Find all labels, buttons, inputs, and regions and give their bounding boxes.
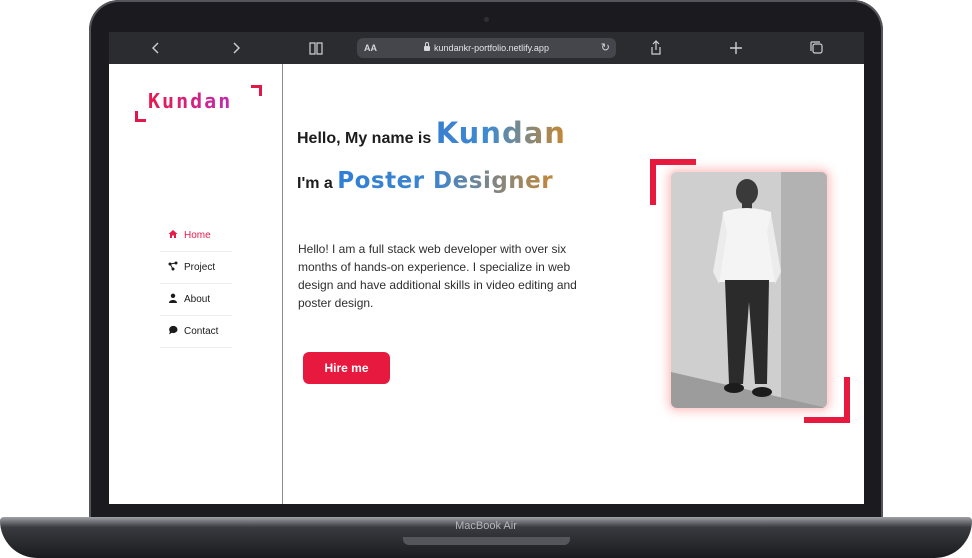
intro-paragraph: Hello! I am a full stack web developer w…	[298, 242, 577, 310]
role-text: Poster Designer	[337, 168, 554, 194]
device-model-label: MacBook Air	[455, 520, 517, 532]
sidebar-item-label: Project	[184, 262, 216, 273]
laptop-screen: AA kundankr-portfolio.netlify.app ↻ Kund…	[109, 32, 864, 504]
chevron-left-icon[interactable]	[149, 38, 163, 58]
laptop-notch	[403, 537, 570, 545]
chat-icon	[169, 325, 178, 335]
profile-photo	[671, 172, 827, 408]
hero-name: Kundan	[435, 116, 566, 150]
person-icon	[169, 293, 177, 303]
logo-bracket-bottom-left	[135, 111, 146, 122]
share-icon[interactable]	[649, 38, 663, 58]
logo[interactable]: Kundan	[135, 85, 262, 125]
camera-icon	[484, 17, 489, 22]
sidebar-item-label: About	[184, 294, 211, 305]
browser-toolbar: AA kundankr-portfolio.netlify.app ↻	[109, 32, 864, 64]
sidebar-item-home[interactable]: Home	[160, 220, 232, 252]
logo-text: Kundan	[148, 89, 233, 113]
greeting-heading: Hello, My name is Kundan	[297, 116, 566, 150]
address-bar[interactable]: AA kundankr-portfolio.netlify.app ↻	[357, 38, 616, 58]
project-icon	[168, 261, 178, 271]
url-text: kundankr-portfolio.netlify.app	[434, 43, 549, 53]
reload-icon[interactable]: ↻	[601, 38, 610, 58]
sidebar-item-label: Contact	[184, 326, 219, 337]
tabs-icon[interactable]	[809, 38, 825, 58]
book-icon[interactable]	[307, 38, 325, 58]
plus-icon[interactable]	[729, 38, 743, 58]
sidebar-item-about[interactable]: About	[160, 284, 232, 316]
greeting-text: Hello, My name is	[297, 130, 436, 147]
logo-bracket-top-right	[251, 85, 262, 96]
sidebar-item-label: Home	[184, 230, 211, 241]
home-icon	[168, 230, 178, 238]
sidebar-item-project[interactable]: Project	[160, 252, 232, 284]
hire-me-button[interactable]: Hire me	[303, 352, 390, 384]
lock-icon	[424, 42, 431, 51]
role-prefix: I'm a	[297, 175, 338, 192]
sidebar-item-contact[interactable]: Contact	[160, 316, 232, 348]
sidebar-nav: Home Project About Contact	[160, 220, 232, 348]
role-heading: I'm a Poster Designer	[297, 168, 553, 194]
url-display: kundankr-portfolio.netlify.app	[357, 38, 616, 58]
sidebar: Kundan Home Project About Contact	[109, 64, 283, 504]
portfolio-page: Kundan Home Project About Contact Hello,…	[109, 64, 864, 504]
chevron-right-icon[interactable]	[229, 38, 243, 58]
